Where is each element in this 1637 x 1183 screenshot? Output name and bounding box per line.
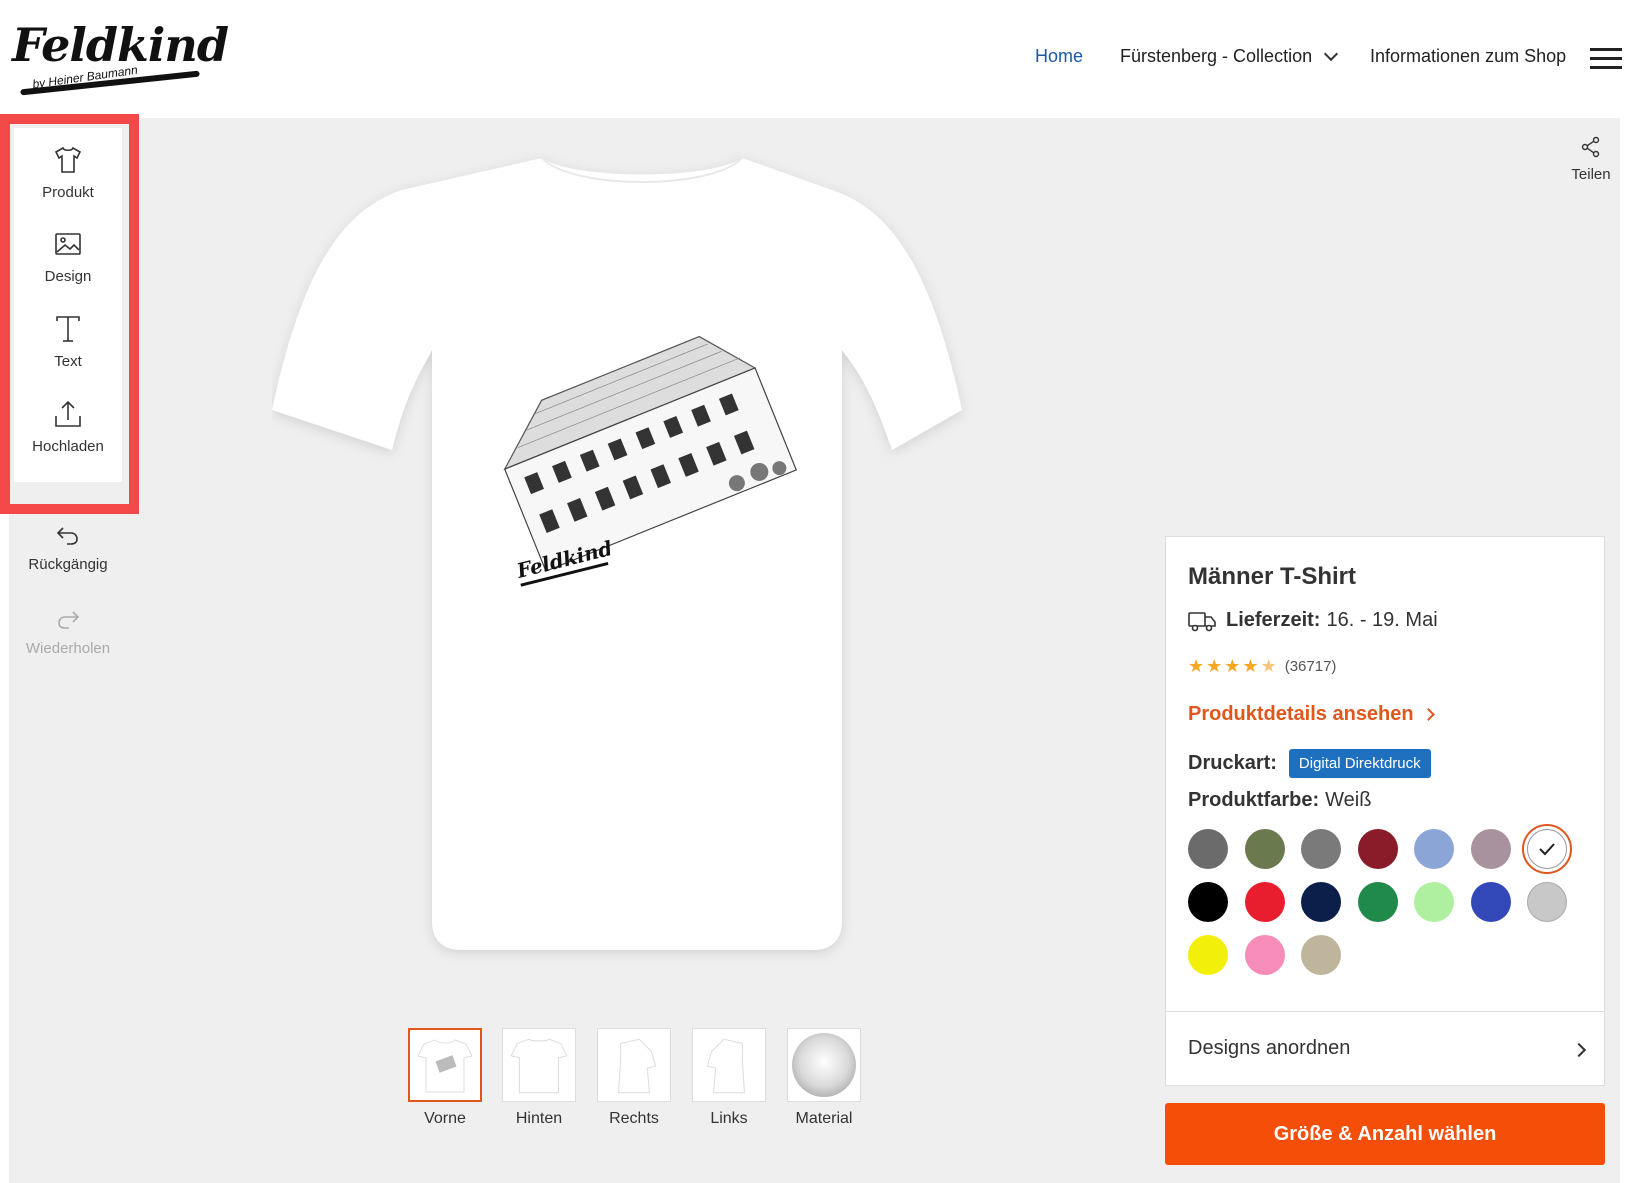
undo-icon (56, 527, 78, 545)
product-details-link[interactable]: Produktdetails ansehen (1188, 703, 1435, 726)
tshirt-back-thumb-icon (510, 1038, 568, 1094)
product-color-row: Produktfarbe: Weiß (1188, 789, 1371, 812)
toolbar-upload[interactable]: Hochladen (14, 398, 122, 455)
product-panel: Männer T-Shirt Lieferzeit: 16. - 19. Mai… (1165, 536, 1605, 1086)
chevron-right-icon (1421, 708, 1435, 721)
tshirt-front-thumb-icon (417, 1039, 473, 1093)
tshirt-left-thumb-icon (706, 1038, 745, 1094)
color-swatch[interactable] (1414, 829, 1454, 869)
toolbar-upload-label: Hochladen (32, 438, 104, 455)
star-full-icon: ★ (1224, 656, 1241, 676)
delivery-value: 16. - 19. Mai (1326, 609, 1438, 631)
color-swatch[interactable] (1244, 829, 1285, 869)
color-swatch[interactable] (1301, 935, 1341, 975)
star-rating: ★ ★ ★ ★ ★ (1188, 657, 1277, 675)
color-swatch[interactable] (1244, 935, 1285, 975)
site-header: Feldkind by Heiner Baumann Home Fürstenb… (0, 0, 1637, 118)
redo-button[interactable]: Wiederholen (14, 608, 122, 657)
nav-shop-info[interactable]: Informationen zum Shop (1370, 46, 1566, 67)
view-thumb-material[interactable] (787, 1028, 861, 1102)
color-swatch[interactable] (1357, 882, 1398, 922)
color-swatch[interactable] (1414, 882, 1454, 922)
color-swatch[interactable] (1470, 829, 1511, 869)
share-label: Teilen (1571, 166, 1611, 183)
nav-home[interactable]: Home (1035, 46, 1083, 67)
fabric-material-thumb-icon (792, 1033, 856, 1097)
product-title: Männer T-Shirt (1188, 563, 1357, 590)
feldkind-logo[interactable]: Feldkind by Heiner Baumann (12, 18, 229, 96)
text-icon (56, 316, 80, 342)
toolbar-design-label: Design (44, 268, 92, 285)
color-swatch[interactable] (1357, 829, 1398, 869)
undo-label: Rückgängig (28, 556, 108, 573)
star-full-icon: ★ (1206, 656, 1223, 676)
product-color-value: Weiß (1325, 789, 1372, 811)
color-swatch[interactable] (1188, 882, 1228, 922)
view-label-front: Vorne (424, 1110, 466, 1127)
share-button[interactable]: Teilen (1556, 136, 1626, 183)
color-swatch[interactable] (1527, 882, 1567, 922)
delivery-label: Lieferzeit: (1226, 609, 1321, 631)
view-thumb-front[interactable] (408, 1028, 482, 1102)
tshirt-right-thumb-icon (618, 1038, 657, 1094)
view-label-left: Links (710, 1110, 748, 1127)
star-full-icon: ★ (1242, 656, 1259, 676)
undo-button[interactable]: Rückgängig (14, 524, 122, 573)
tshirt-icon (54, 146, 82, 173)
image-icon (55, 233, 81, 255)
star-full-icon: ★ (1188, 656, 1205, 676)
product-color-label: Produktfarbe: (1188, 789, 1320, 811)
toolbar-text-label: Text (54, 353, 82, 370)
rating-row[interactable]: ★ ★ ★ ★ ★ (36717) (1188, 657, 1336, 675)
redo-label: Wiederholen (25, 640, 111, 657)
color-swatch[interactable] (1244, 882, 1285, 922)
editor-toolbar: Produkt Design Text Hochladen (14, 128, 122, 482)
upload-icon (55, 400, 81, 427)
nav-collection[interactable]: Fürstenberg - Collection (1120, 46, 1339, 67)
choose-size-quantity-button[interactable]: Größe & Anzahl wählen (1165, 1103, 1605, 1165)
print-type-label: Druckart: (1188, 752, 1277, 774)
print-type-badge: Digital Direktdruck (1288, 749, 1431, 778)
product-details-label: Produktdetails ansehen (1188, 703, 1414, 725)
chevron-down-icon (1324, 46, 1339, 62)
view-thumb-right[interactable] (597, 1028, 671, 1102)
toolbar-produkt[interactable]: Produkt (14, 144, 122, 201)
view-label-right: Rechts (609, 1110, 659, 1127)
chevron-right-icon[interactable] (1571, 1042, 1587, 1058)
color-swatch[interactable] (1188, 829, 1228, 869)
share-icon (1581, 136, 1600, 158)
color-swatch[interactable] (1522, 824, 1572, 874)
color-swatch[interactable] (1301, 882, 1341, 922)
nav-collection-label: Fürstenberg - Collection (1120, 46, 1313, 66)
toolbar-design[interactable]: Design (14, 228, 122, 285)
view-thumb-back[interactable] (502, 1028, 576, 1102)
toolbar-produkt-label: Produkt (42, 184, 94, 201)
view-thumb-left[interactable] (692, 1028, 766, 1102)
delivery-row: Lieferzeit: 16. - 19. Mai (1188, 609, 1438, 632)
delivery-truck-icon (1188, 611, 1216, 631)
swatch-check-icon (1527, 829, 1567, 869)
arrange-designs-label[interactable]: Designs anordnen (1188, 1037, 1350, 1060)
view-label-back: Hinten (515, 1110, 563, 1127)
color-swatch[interactable] (1188, 935, 1228, 975)
redo-icon (58, 611, 80, 629)
color-swatch[interactable] (1301, 829, 1341, 869)
print-type-row: Druckart: Digital Direktdruck (1188, 749, 1431, 778)
toolbar-text[interactable]: Text (14, 313, 122, 370)
hamburger-menu-icon[interactable] (1590, 48, 1622, 70)
color-swatch[interactable] (1470, 882, 1511, 922)
building-design-print[interactable]: Feldkind (478, 306, 808, 596)
rating-count: (36717) (1284, 657, 1337, 675)
view-label-material: Material (795, 1110, 853, 1127)
star-half-icon: ★ (1260, 656, 1277, 676)
panel-divider (1166, 1011, 1604, 1012)
